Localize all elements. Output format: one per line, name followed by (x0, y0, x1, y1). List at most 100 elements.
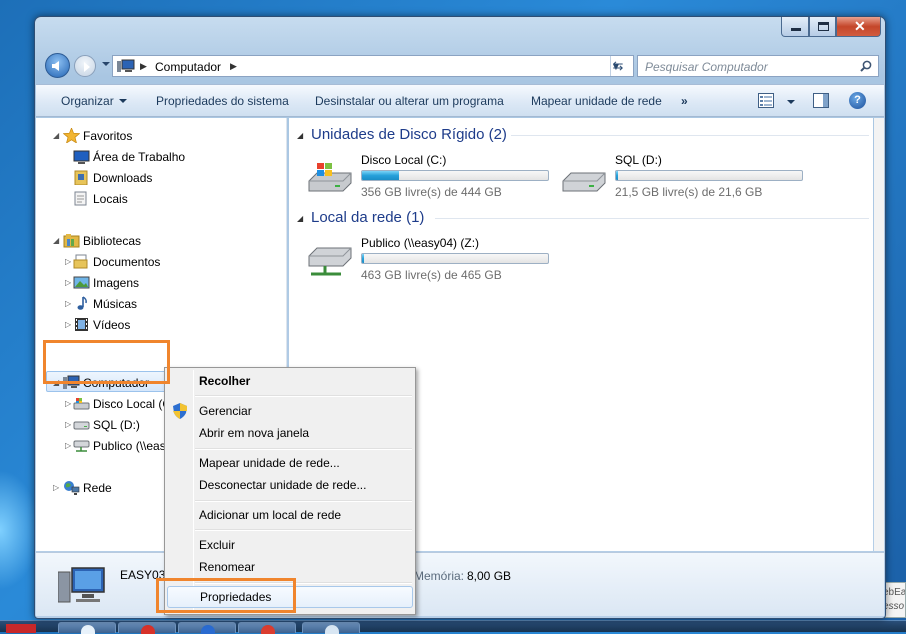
menu-item-manage[interactable]: Gerenciar (167, 400, 413, 422)
drive-tile-z[interactable]: Publico (\\easy04) (Z:) 463 GB livre(s) … (305, 236, 555, 284)
collapsed-arrow-icon[interactable]: ▷ (65, 299, 71, 308)
collapsed-arrow-icon[interactable]: ▷ (65, 399, 71, 408)
drive-free-space: 21,5 GB livre(s) de 21,6 GB (615, 185, 763, 199)
drive-usage-bar (361, 253, 549, 264)
taskbar-item-explorer[interactable] (302, 622, 360, 634)
back-button[interactable] (45, 53, 70, 78)
command-bar: Organizar Propriedades do sistema Desins… (36, 84, 884, 117)
expanded-arrow-icon[interactable]: ◢ (53, 236, 59, 245)
forward-arrow-icon (84, 62, 90, 72)
expanded-arrow-icon[interactable]: ◢ (53, 378, 59, 387)
system-drive-icon (308, 163, 352, 192)
taskbar-item-app-blue[interactable] (178, 622, 236, 634)
search-box[interactable]: Pesquisar Computador (637, 55, 879, 77)
maximize-button[interactable] (809, 17, 836, 37)
nav-computer-label: Computador (83, 376, 150, 390)
drive-name: Publico (\\easy04) (Z:) (361, 236, 480, 250)
drive-name: SQL (D:) (615, 153, 662, 167)
background-window-text-2: esso (883, 601, 905, 612)
system-properties-button[interactable]: Propriedades do sistema (156, 94, 289, 108)
preview-pane-icon[interactable] (813, 93, 829, 108)
collapsed-arrow-icon[interactable]: ▷ (65, 278, 71, 287)
menu-item-add-network-location[interactable]: Adicionar um local de rede (167, 504, 413, 526)
collapsed-arrow-icon[interactable]: ▷ (65, 441, 71, 450)
taskbar-item-chrome[interactable] (238, 622, 296, 634)
recent-places-icon (74, 191, 87, 206)
search-icon (860, 60, 872, 72)
drive-tile-d[interactable]: SQL (D:) 21,5 GB livre(s) de 21,6 GB (559, 153, 809, 201)
menu-item-disconnect-network-drive[interactable]: Desconectar unidade de rede... (167, 474, 413, 496)
collapsed-arrow-icon[interactable]: ▷ (53, 483, 59, 492)
chrome-icon (261, 625, 275, 634)
menu-separator (195, 395, 412, 397)
breadcrumb-computer[interactable]: Computador (155, 60, 221, 74)
group-divider (511, 135, 869, 136)
menu-item-delete[interactable]: Excluir (167, 534, 413, 556)
explorer-window[interactable]: ✕ ▶ Computador ▶ ▼ ⇆ Pesquisar Computado… (34, 16, 886, 619)
drive-usage-fill (616, 171, 618, 180)
star-icon (63, 128, 80, 143)
drive-usage-fill (362, 171, 399, 180)
menu-item-collapse[interactable]: Recolher (167, 370, 413, 392)
collapsed-arrow-icon[interactable]: ▷ (65, 420, 71, 429)
refresh-icon: ⇆ (612, 58, 624, 73)
view-options-chevron-icon[interactable] (787, 100, 795, 104)
breadcrumb-separator-icon[interactable]: ▶ (230, 61, 237, 72)
breadcrumb-separator-icon[interactable]: ▶ (140, 61, 147, 72)
drive-free-space: 356 GB livre(s) de 444 GB (361, 185, 502, 199)
expanded-arrow-icon[interactable]: ◢ (297, 214, 303, 223)
app-blue-icon (201, 625, 215, 634)
nav-item-pictures-label: Imagens (93, 276, 140, 290)
explorer-icon (325, 625, 339, 634)
menu-item-open-new-window[interactable]: Abrir em nova janela (167, 422, 413, 444)
collapsed-arrow-icon[interactable]: ▷ (65, 320, 71, 329)
nav-item-documents-label: Documentos (93, 255, 161, 269)
pictures-icon (73, 276, 90, 289)
taskbar-item-ie[interactable] (58, 622, 116, 634)
close-button[interactable]: ✕ (836, 17, 881, 37)
nav-item-desktop-label: Área de Trabalho (93, 150, 186, 164)
context-menu: Recolher Gerenciar Abrir em nova janela … (164, 367, 416, 615)
menu-item-map-network-drive[interactable]: Mapear unidade de rede... (167, 452, 413, 474)
memory-value: 8,00 GB (467, 569, 512, 583)
recent-pages-dropdown[interactable] (102, 62, 110, 66)
taskbar (0, 620, 906, 634)
organize-label: Organizar (61, 94, 114, 108)
more-commands-button[interactable]: » (681, 94, 688, 108)
network-drive-icon (73, 440, 90, 452)
menu-item-properties[interactable]: Propriedades (167, 586, 413, 608)
taskbar-item-app-red[interactable] (118, 622, 176, 634)
menu-item-manage-label: Gerenciar (199, 404, 252, 418)
organize-button[interactable]: Organizar (61, 94, 127, 108)
documents-icon (73, 254, 88, 269)
group-hard-disks-header: Unidades de Disco Rígido (2) (311, 126, 507, 143)
menu-separator (195, 529, 412, 531)
menu-item-add-network-location-label: Adicionar um local de rede (199, 508, 342, 522)
app-red-icon (141, 625, 155, 634)
menu-item-rename[interactable]: Renomear (167, 556, 413, 578)
refresh-button[interactable]: ⇆ (606, 56, 630, 76)
forward-button[interactable] (74, 55, 96, 77)
downloads-folder-icon (74, 170, 88, 185)
hard-drive-icon (73, 421, 90, 430)
drive-tile-c[interactable]: Disco Local (C:) 356 GB livre(s) de 444 … (305, 153, 555, 201)
address-bar[interactable]: ▶ Computador ▶ ▼ (112, 55, 634, 77)
nav-item-music-label: Músicas (93, 297, 138, 311)
map-network-drive-button[interactable]: Mapear unidade de rede (531, 94, 662, 108)
expanded-arrow-icon[interactable]: ◢ (53, 131, 59, 140)
hard-drive-icon (562, 172, 606, 192)
content-scrollbar[interactable] (874, 118, 884, 551)
menu-item-collapse-label: Recolher (199, 374, 251, 388)
nav-libraries-label: Bibliotecas (83, 234, 142, 248)
help-icon[interactable]: ? (849, 92, 866, 109)
collapsed-arrow-icon[interactable]: ▷ (65, 257, 71, 266)
uninstall-program-button[interactable]: Desinstalar ou alterar um programa (315, 94, 504, 108)
chevron-down-icon (118, 99, 127, 103)
menu-separator (195, 448, 412, 450)
expanded-arrow-icon[interactable]: ◢ (297, 131, 303, 140)
minimize-button[interactable] (781, 17, 809, 37)
videos-icon (75, 318, 88, 331)
group-network-locations-header: Local da rede (1) (311, 209, 425, 226)
change-view-icon[interactable] (758, 93, 774, 108)
nav-item-drive-d-label: SQL (D:) (93, 418, 140, 432)
